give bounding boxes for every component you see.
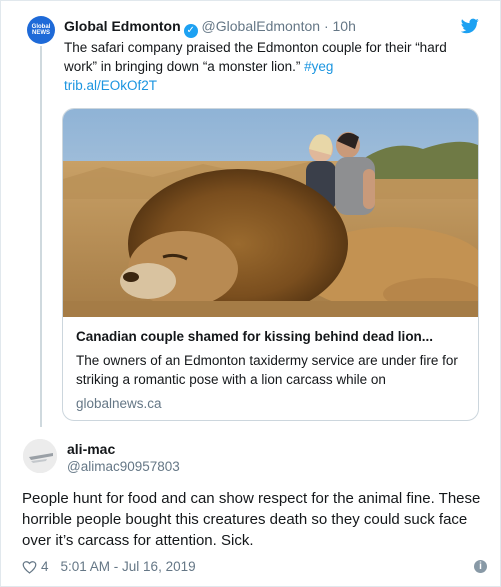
author-handle[interactable]: @GlobalEdmonton	[202, 18, 321, 34]
card-image-lion-couple	[63, 109, 478, 317]
reply-author-handle[interactable]: @alimac90957803	[67, 458, 180, 476]
tweet-timestamp[interactable]: 5:01 AM - Jul 16, 2019	[61, 558, 196, 576]
tweet-body-text: The safari company praised the Edmonton …	[64, 40, 447, 74]
quoted-tweet-header: Global Edmonton ✓ @GlobalEdmonton · 10h	[64, 17, 356, 38]
short-url-link[interactable]: trib.al/EOkOf2T	[64, 78, 157, 93]
card-description: The owners of an Edmonton taxidermy serv…	[76, 353, 458, 387]
reply-tweet-text: People hunt for food and can show respec…	[22, 490, 481, 549]
heart-icon[interactable]	[22, 560, 37, 574]
avatar-image	[23, 439, 57, 473]
link-preview-card[interactable]: Canadian couple shamed for kissing behin…	[62, 108, 479, 421]
ali-mac-avatar[interactable]	[23, 439, 57, 473]
card-body: Canadian couple shamed for kissing behin…	[63, 317, 478, 413]
verified-icon: ✓	[183, 24, 198, 38]
hashtag-link[interactable]: #yeg	[304, 59, 333, 74]
card-title: Canadian couple shamed for kissing behin…	[76, 329, 434, 344]
author-name[interactable]: Global Edmonton	[64, 18, 181, 34]
thread-connector-line	[40, 46, 42, 427]
card-domain: globalnews.ca	[76, 396, 162, 411]
tweet-time[interactable]: 10h	[333, 18, 356, 34]
global-edmonton-avatar[interactable]: Global NEWS	[27, 16, 55, 44]
info-icon[interactable]: i	[474, 560, 487, 573]
separator-dot: ·	[323, 18, 329, 34]
tweet-footer: 4 5:01 AM - Jul 16, 2019	[22, 558, 196, 576]
reply-author-name[interactable]: ali-mac	[67, 440, 115, 458]
twitter-bird-icon[interactable]	[461, 18, 479, 34]
like-count[interactable]: 4	[41, 558, 49, 576]
quoted-tweet-text: The safari company praised the Edmonton …	[64, 38, 474, 95]
